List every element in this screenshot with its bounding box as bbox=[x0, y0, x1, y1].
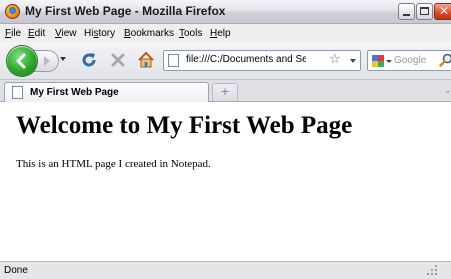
google-icon[interactable] bbox=[372, 55, 384, 67]
forward-arrow-icon bbox=[44, 56, 50, 66]
address-input[interactable]: file:///C:/Documents and Settings/J bbox=[186, 54, 306, 65]
status-bar: Done bbox=[0, 261, 451, 279]
page-icon bbox=[168, 54, 179, 67]
new-tab-button[interactable]: + bbox=[212, 83, 238, 101]
page-heading: Welcome to My First Web Page bbox=[16, 112, 353, 139]
bookmark-star-icon[interactable]: ☆ bbox=[329, 52, 341, 67]
tab-list-chevron-icon[interactable]: ⌄ bbox=[444, 86, 451, 96]
stop-icon[interactable] bbox=[110, 52, 126, 68]
address-bar[interactable]: file:///C:/Documents and Settings/J ☆ bbox=[163, 50, 361, 71]
menu-tools[interactable]: Tools bbox=[179, 28, 202, 39]
minimize-button[interactable] bbox=[398, 3, 415, 20]
menu-history[interactable]: History bbox=[84, 28, 115, 39]
tab-active[interactable]: My First Web Page bbox=[4, 82, 209, 102]
resize-grip-icon[interactable] bbox=[426, 264, 438, 276]
title-bar: My First Web Page - Mozilla Firefox ✕ bbox=[0, 0, 451, 24]
close-button[interactable]: ✕ bbox=[434, 3, 451, 20]
back-arrow-icon bbox=[16, 53, 26, 69]
status-text: Done bbox=[4, 265, 28, 276]
menu-bar: File Edit View History Bookmarks Tools H… bbox=[0, 24, 451, 42]
menu-file[interactable]: File bbox=[5, 28, 21, 39]
search-engine-dropdown[interactable] bbox=[386, 60, 392, 63]
menu-edit[interactable]: Edit bbox=[28, 28, 45, 39]
menu-help[interactable]: Help bbox=[210, 28, 231, 39]
back-button[interactable] bbox=[7, 46, 37, 76]
home-icon[interactable] bbox=[137, 51, 155, 69]
page-icon bbox=[12, 86, 23, 99]
search-input[interactable]: Google bbox=[394, 55, 426, 66]
reload-icon[interactable] bbox=[80, 51, 98, 69]
address-dropdown[interactable] bbox=[350, 59, 356, 63]
firefox-icon bbox=[5, 4, 20, 19]
maximize-button[interactable] bbox=[416, 3, 433, 20]
search-magnifier-icon[interactable] bbox=[439, 53, 451, 67]
tab-label: My First Web Page bbox=[30, 87, 119, 98]
page-paragraph: This is an HTML page I created in Notepa… bbox=[16, 158, 211, 170]
window-title: My First Web Page - Mozilla Firefox bbox=[25, 4, 226, 18]
menu-bookmarks[interactable]: Bookmarks bbox=[124, 28, 174, 39]
maximize-icon bbox=[420, 7, 429, 15]
history-dropdown[interactable] bbox=[60, 57, 66, 61]
minimize-icon bbox=[403, 14, 410, 16]
search-bar[interactable]: Google bbox=[367, 50, 451, 71]
menu-view[interactable]: View bbox=[55, 28, 77, 39]
close-icon: ✕ bbox=[438, 4, 450, 18]
